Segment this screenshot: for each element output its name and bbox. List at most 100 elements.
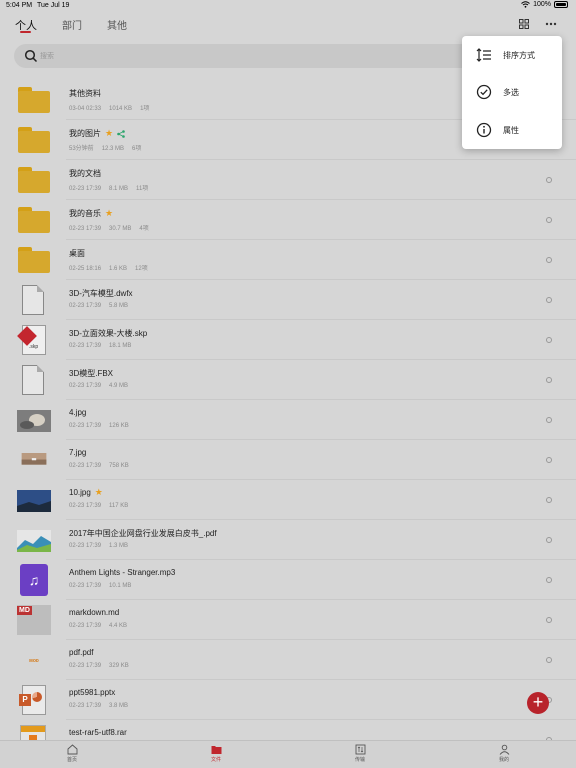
menu-item-multiselect[interactable]: 多选 [462, 73, 562, 110]
transfer-icon [355, 744, 365, 755]
list-item[interactable]: 我的音乐 ★ 02-23 17:39 30.7 MB 4项 [18, 200, 576, 240]
pdf-thumb-text: ᴍᴏᴅ [29, 658, 39, 664]
list-item[interactable]: 3D模型.FBX 02-23 17:39 4.9 MB [22, 360, 576, 400]
nav-transfer[interactable]: 传输 [340, 744, 380, 763]
search-input[interactable] [40, 48, 240, 64]
file-size: 117 KB [109, 503, 129, 509]
sketchup-file-icon: .skp [16, 323, 52, 357]
battery-icon [554, 1, 568, 8]
file-size: 12.3 MB [101, 146, 125, 152]
list-item[interactable]: 3D-汽车模型.dwfx 02-23 17:39 5.8 MB [22, 280, 576, 320]
select-radio[interactable] [546, 457, 552, 463]
list-item[interactable]: MD markdown.md 02-23 17:39 4.4 KB [17, 600, 576, 640]
menu-label: 属性 [503, 126, 519, 135]
tab-department[interactable]: 部门 [62, 17, 82, 32]
file-name: ppt5981.pptx [69, 688, 116, 697]
folder-icon [16, 243, 52, 277]
file-size: 5.8 MB [109, 303, 129, 309]
list-item[interactable]: 4.jpg 02-23 17:39 126 KB [17, 400, 576, 440]
file-size: 1.3 MB [109, 543, 129, 549]
list-item[interactable]: 2017年中国企业网盘行业发展白皮书_.pdf 02-23 17:39 1.3 M… [17, 520, 576, 560]
file-date: 02-23 17:39 [69, 663, 102, 669]
home-icon [67, 744, 77, 755]
file-size: 329 KB [109, 663, 129, 669]
list-item[interactable]: P ppt5981.pptx 02-23 17:39 3.8 MB [19, 680, 576, 720]
file-name: Anthem Lights - Stranger.mp3 [69, 568, 176, 577]
file-date: 02-23 17:39 [69, 583, 102, 589]
battery-percent: 100% [533, 1, 551, 8]
bottom-nav: 首页 文件 传输 我的 [0, 740, 576, 768]
file-date: 03-04 02:33 [69, 106, 102, 112]
file-name: 3D-汽车模型.dwfx [69, 289, 133, 298]
pdf-thumbnail: ᴍᴏᴅ [16, 643, 52, 677]
file-name: markdown.md [69, 608, 120, 617]
file-count: 1项 [140, 106, 150, 112]
select-radio[interactable] [546, 497, 552, 503]
select-radio[interactable] [546, 657, 552, 663]
file-size: 4.9 MB [109, 383, 129, 389]
document-icon [16, 283, 52, 317]
menu-item-sort[interactable]: 排序方式 [462, 36, 562, 73]
tab-other[interactable]: 其他 [107, 17, 127, 32]
list-item[interactable]: ♫ Anthem Lights - Stranger.mp3 02-23 17:… [20, 560, 576, 600]
file-count: 11项 [136, 186, 149, 192]
file-name: pdf.pdf [69, 648, 94, 657]
more-icon[interactable] [545, 22, 557, 26]
select-radio[interactable] [546, 417, 552, 423]
select-radio[interactable] [546, 217, 552, 223]
folder-icon [16, 83, 52, 117]
select-radio[interactable] [546, 537, 552, 543]
nav-home[interactable]: 首页 [52, 744, 92, 763]
popup-menu: 排序方式 多选 属性 [462, 36, 562, 149]
file-name: 3D-立面效果-大楼.skp [69, 329, 148, 338]
powerpoint-file-icon: P [16, 683, 52, 717]
folder-icon [16, 163, 52, 197]
menu-label: 排序方式 [503, 51, 535, 60]
file-date: 02-23 17:39 [69, 303, 102, 309]
file-size: 1.6 KB [109, 266, 128, 272]
select-radio[interactable] [546, 337, 552, 343]
list-item[interactable]: 7.jpg 02-23 17:39 758 KB [21, 440, 576, 480]
list-item[interactable]: ᴍᴏᴅ pdf.pdf 02-23 17:39 329 KB [29, 640, 576, 680]
file-name: 我的文档 [69, 169, 101, 178]
add-button[interactable]: + [527, 692, 549, 714]
grid-view-icon[interactable] [519, 19, 529, 29]
star-icon: ★ [94, 487, 103, 497]
document-icon [16, 363, 52, 397]
share-icon [117, 129, 125, 138]
info-icon [476, 122, 492, 138]
status-bar: 5:04 PM Tue Jul 19 100% [0, 0, 576, 12]
file-count: 6项 [132, 146, 142, 152]
nav-profile[interactable]: 我的 [484, 744, 524, 763]
file-list: 其他资料 03-04 02:33 1014 KB 1项 我的图片 ★ 53分钟前 12.… [0, 80, 576, 760]
file-name: 4.jpg [69, 408, 87, 417]
file-date: 02-23 17:39 [69, 463, 102, 469]
file-date: 02-23 17:39 [69, 343, 102, 349]
nav-label: 我的 [498, 757, 509, 763]
select-radio[interactable] [546, 177, 552, 183]
select-radio[interactable] [546, 617, 552, 623]
list-item[interactable]: 桌面 02-25 18:16 1.6 KB 12项 [18, 240, 576, 280]
wifi-icon [521, 1, 530, 8]
sort-icon [476, 48, 491, 62]
file-date: 02-23 17:39 [69, 703, 102, 709]
file-date: 53分钟前 [69, 146, 94, 152]
list-item[interactable]: .skp 3D-立面效果-大楼.skp 02-23 17:39 18.1 MB [17, 320, 576, 360]
menu-item-properties[interactable]: 属性 [462, 111, 562, 148]
nav-files[interactable]: 文件 [196, 744, 236, 763]
file-name: 7.jpg [69, 448, 87, 457]
file-count: 12项 [135, 266, 148, 272]
select-radio[interactable] [546, 297, 552, 303]
nav-label: 首页 [66, 757, 77, 763]
select-radio[interactable] [546, 377, 552, 383]
select-radio[interactable] [546, 257, 552, 263]
file-date: 02-25 18:16 [69, 266, 102, 272]
select-radio[interactable] [546, 577, 552, 583]
file-name: test-rar5-utf8.rar [69, 728, 127, 737]
search-icon [24, 49, 38, 63]
nav-label: 传输 [354, 757, 365, 763]
list-item[interactable]: 10.jpg ★ 02-23 17:39 117 KB [17, 480, 576, 520]
file-date: 02-23 17:39 [69, 383, 102, 389]
status-date: Tue Jul 19 [37, 2, 70, 9]
list-item[interactable]: 我的文档 02-23 17:39 8.1 MB 11项 [18, 160, 576, 200]
